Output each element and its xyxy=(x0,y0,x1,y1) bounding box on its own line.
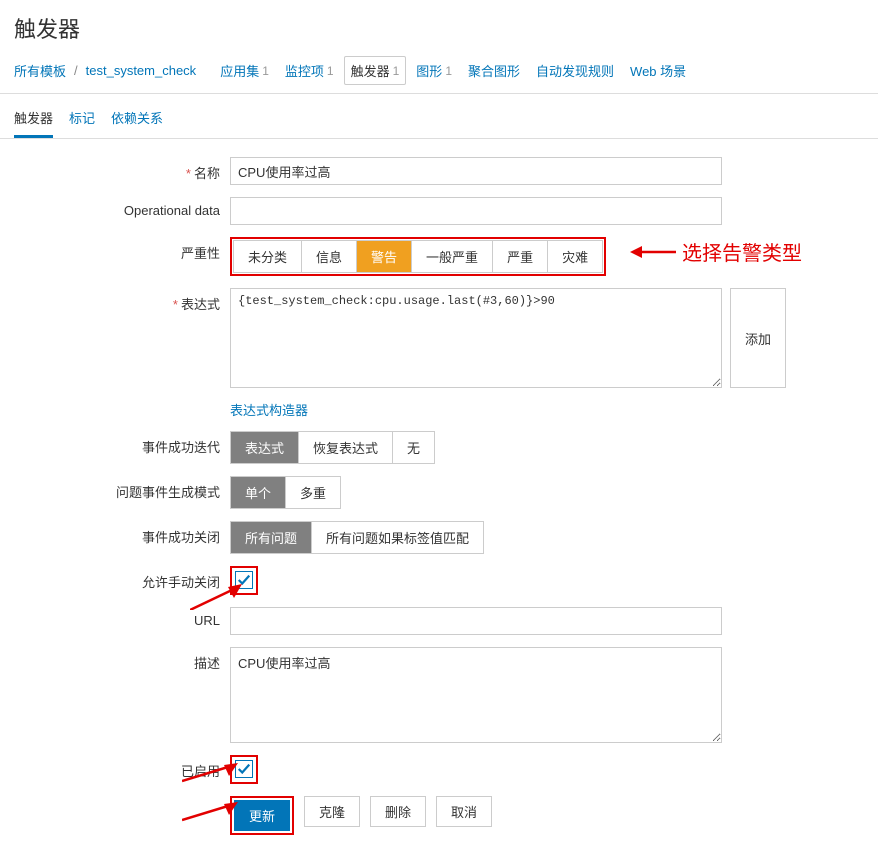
clone-button[interactable]: 克隆 xyxy=(304,796,360,827)
description-textarea[interactable]: CPU使用率过高 xyxy=(230,647,722,743)
severity-group: 未分类 信息 警告 一般严重 严重 灾难 xyxy=(233,240,603,273)
tab-trigger[interactable]: 触发器 xyxy=(14,102,53,138)
tab-tags[interactable]: 标记 xyxy=(69,102,95,138)
bc-app-sets[interactable]: 应用集1 xyxy=(214,57,275,84)
severity-warning[interactable]: 警告 xyxy=(357,241,412,272)
breadcrumb: 所有模板 / test_system_check 应用集1 监控项1 触发器1 … xyxy=(0,52,878,94)
event-iter-group: 表达式 恢复表达式 无 xyxy=(230,431,435,464)
bc-discovery[interactable]: 自动发现规则 xyxy=(530,57,620,84)
problem-mode-group: 单个 多重 xyxy=(230,476,341,509)
add-button[interactable]: 添加 xyxy=(730,288,786,388)
event-close-group: 所有问题 所有问题如果标签值匹配 xyxy=(230,521,484,554)
bc-graphs[interactable]: 图形1 xyxy=(410,57,458,84)
update-highlight: 更新 xyxy=(230,796,294,835)
delete-button[interactable]: 删除 xyxy=(370,796,426,827)
severity-info[interactable]: 信息 xyxy=(302,241,357,272)
expression-textarea[interactable]: {test_system_check:cpu.usage.last(#3,60)… xyxy=(230,288,722,388)
tab-deps[interactable]: 依赖关系 xyxy=(111,102,163,138)
breadcrumb-sep: / xyxy=(74,63,78,78)
event-close-all[interactable]: 所有问题 xyxy=(231,522,312,553)
arrow-icon xyxy=(182,763,238,783)
check-icon xyxy=(237,762,251,776)
label-event-close: 事件成功关闭 xyxy=(14,521,230,546)
bc-web[interactable]: Web 场景 xyxy=(624,57,692,84)
event-close-tag[interactable]: 所有问题如果标签值匹配 xyxy=(312,522,483,553)
severity-high[interactable]: 严重 xyxy=(493,241,548,272)
label-opdata: Operational data xyxy=(14,197,230,218)
label-problem-mode: 问题事件生成模式 xyxy=(14,476,230,501)
breadcrumb-template[interactable]: test_system_check xyxy=(86,63,197,78)
bc-screens[interactable]: 聚合图形 xyxy=(462,57,526,84)
event-iter-recovery[interactable]: 恢复表达式 xyxy=(299,432,393,463)
severity-disaster[interactable]: 灾难 xyxy=(548,241,602,272)
bc-triggers[interactable]: 触发器1 xyxy=(344,56,407,85)
event-iter-none[interactable]: 无 xyxy=(393,432,434,463)
label-url: URL xyxy=(14,607,230,628)
arrow-icon xyxy=(630,243,676,261)
event-iter-expr[interactable]: 表达式 xyxy=(231,432,299,463)
arrow-icon xyxy=(182,802,238,822)
page-title: 触发器 xyxy=(0,0,878,52)
expression-builder-link[interactable]: 表达式构造器 xyxy=(230,400,308,419)
name-input[interactable] xyxy=(230,157,722,185)
opdata-input[interactable] xyxy=(230,197,722,225)
url-input[interactable] xyxy=(230,607,722,635)
label-severity: 严重性 xyxy=(14,237,230,262)
severity-not-classified[interactable]: 未分类 xyxy=(234,241,302,272)
label-expression: *表达式 xyxy=(14,288,230,313)
problem-mode-single[interactable]: 单个 xyxy=(231,477,286,508)
annotation-severity: 选择告警类型 xyxy=(630,237,802,266)
label-name: *名称 xyxy=(14,157,230,182)
label-description: 描述 xyxy=(14,647,230,672)
problem-mode-multiple[interactable]: 多重 xyxy=(286,477,340,508)
update-button[interactable]: 更新 xyxy=(234,800,290,831)
bc-items[interactable]: 监控项1 xyxy=(279,57,340,84)
breadcrumb-all-templates[interactable]: 所有模板 xyxy=(14,61,66,80)
severity-highlight: 未分类 信息 警告 一般严重 严重 灾难 xyxy=(230,237,606,276)
tabs: 触发器 标记 依赖关系 xyxy=(0,94,878,139)
cancel-button[interactable]: 取消 xyxy=(436,796,492,827)
severity-average[interactable]: 一般严重 xyxy=(412,241,493,272)
form: *名称 Operational data 严重性 未分类 信息 警告 一般严重 … xyxy=(0,139,878,865)
label-event-iter: 事件成功迭代 xyxy=(14,431,230,456)
